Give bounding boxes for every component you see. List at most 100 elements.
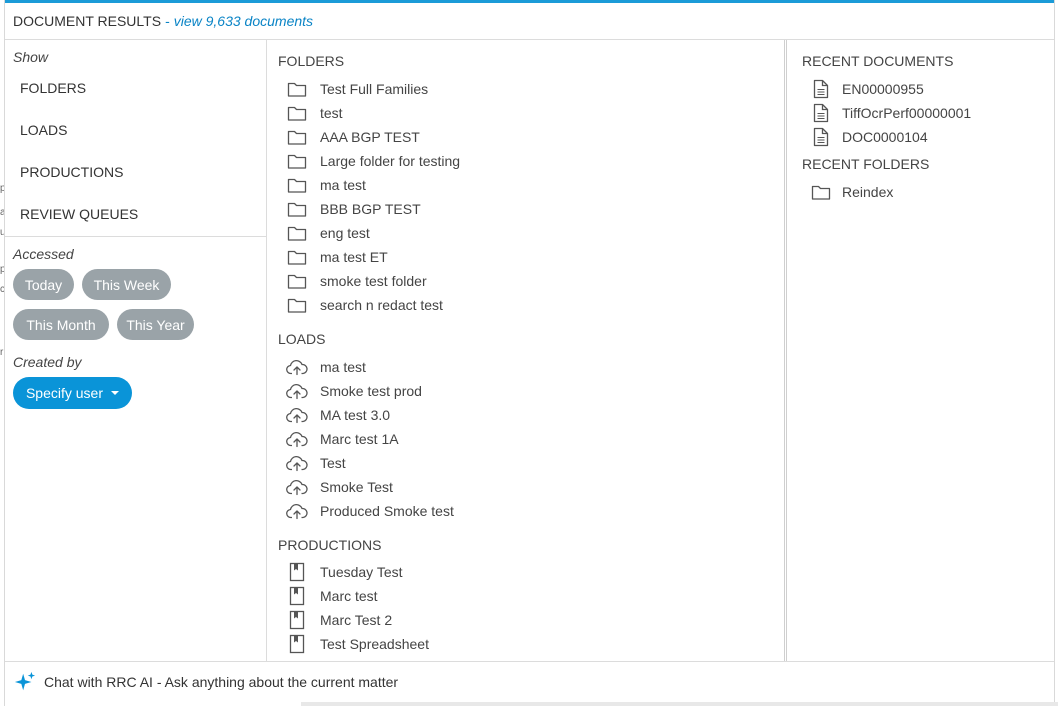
folder-item-label: test: [320, 105, 343, 121]
recent-folder-item[interactable]: Reindex: [810, 180, 893, 204]
load-item[interactable]: MA test 3.0: [286, 403, 390, 427]
productions-section-title: PRODUCTIONS: [278, 537, 382, 553]
cloud-upload-icon: [286, 404, 308, 426]
folder-item-label: eng test: [320, 225, 370, 241]
cloud-upload-icon: [286, 452, 308, 474]
folder-item-label: ma test: [320, 177, 366, 193]
cloud-upload-icon: [286, 428, 308, 450]
folder-item[interactable]: ma test ET: [286, 245, 388, 269]
folder-icon: [286, 294, 308, 316]
loads-section-title: LOADS: [278, 331, 326, 347]
production-icon: [286, 633, 308, 655]
folder-item[interactable]: Test Full Families: [286, 77, 428, 101]
panel-title: DOCUMENT RESULTS: [13, 13, 162, 29]
load-item-label: MA test 3.0: [320, 407, 391, 423]
folder-item[interactable]: test: [286, 101, 343, 125]
recent-document-item[interactable]: DOC0000104: [810, 125, 928, 149]
cloud-upload-icon: [286, 500, 308, 522]
folder-item-label: smoke test folder: [320, 273, 427, 289]
production-item[interactable]: Marc Test 2: [286, 608, 392, 632]
show-folders[interactable]: FOLDERS: [20, 80, 86, 96]
production-icon: [286, 609, 308, 631]
show-label: Show: [13, 49, 49, 65]
accessed-this-week-button[interactable]: This Week: [82, 269, 171, 300]
document-results-panel: DOCUMENT RESULTS - view 9,633 documents …: [4, 0, 1058, 706]
folder-icon: [286, 78, 308, 100]
load-item[interactable]: Marc test 1A: [286, 427, 399, 451]
recent-column: RECENT DOCUMENTS EN00000955 TiffOcrPerf00…: [790, 40, 1056, 661]
folder-icon: [286, 126, 308, 148]
folder-item[interactable]: eng test: [286, 221, 370, 245]
title-separator: -: [165, 13, 170, 29]
sparkle-icon: [13, 670, 37, 694]
production-item-label: Tuesday Test: [320, 564, 403, 580]
load-item-label: ma test: [320, 359, 366, 375]
production-item-label: Marc Test 2: [320, 612, 393, 628]
folder-item-label: Large folder for testing: [320, 153, 461, 169]
document-icon: [810, 102, 832, 124]
recent-document-item-label: EN00000955: [842, 81, 924, 97]
production-icon: [286, 585, 308, 607]
folder-item-label: search n redact test: [320, 297, 443, 313]
background-page-footer: [301, 702, 1058, 706]
folder-item[interactable]: Large folder for testing: [286, 149, 460, 173]
filter-divider: [5, 236, 267, 237]
folder-icon: [286, 174, 308, 196]
panel-header: DOCUMENT RESULTS - view 9,633 documents: [5, 3, 1054, 40]
created-by-label: Created by: [13, 354, 82, 370]
production-icon: [286, 561, 308, 583]
specify-user-label: Specify user: [25, 385, 104, 401]
folders-section-title: FOLDERS: [278, 53, 345, 69]
show-loads[interactable]: LOADS: [20, 122, 67, 138]
production-item[interactable]: Test Spreadsheet: [286, 632, 429, 656]
show-review-queues[interactable]: REVIEW QUEUES: [20, 206, 138, 222]
folder-item-label: ma test ET: [320, 249, 388, 265]
recent-documents-title: RECENT DOCUMENTS: [802, 53, 954, 69]
load-item-label: Test: [320, 455, 346, 471]
accessed-today-button[interactable]: Today: [13, 269, 74, 300]
production-item-label: Test Spreadsheet: [320, 636, 429, 652]
accessed-this-year-button[interactable]: This Year: [117, 309, 194, 340]
specify-user-dropdown[interactable]: Specify user: [13, 377, 132, 409]
load-item[interactable]: ma test: [286, 355, 366, 379]
load-item[interactable]: Smoke Test: [286, 475, 393, 499]
folder-icon: [286, 150, 308, 172]
recent-folders-title: RECENT FOLDERS: [802, 156, 930, 172]
cloud-upload-icon: [286, 476, 308, 498]
folder-item[interactable]: ma test: [286, 173, 366, 197]
accessed-label: Accessed: [13, 246, 74, 262]
results-column: FOLDERS Test Full Families test AAA BGP TE…: [267, 40, 787, 661]
recent-folder-item-label: Reindex: [842, 184, 894, 200]
folder-item[interactable]: search n redact test: [286, 293, 443, 317]
load-item-label: Smoke Test: [320, 479, 393, 495]
accessed-this-month-button[interactable]: This Month: [13, 309, 109, 340]
cloud-upload-icon: [286, 380, 308, 402]
load-item[interactable]: Smoke test prod: [286, 379, 422, 403]
recent-document-item-label: DOC0000104: [842, 129, 928, 145]
folder-icon: [286, 222, 308, 244]
recent-document-item[interactable]: EN00000955: [810, 77, 924, 101]
load-item[interactable]: Produced Smoke test: [286, 499, 454, 523]
folder-icon: [286, 270, 308, 292]
load-item-label: Smoke test prod: [320, 383, 422, 399]
recent-document-item[interactable]: TiffOcrPerf00000001: [810, 101, 971, 125]
folder-item-label: Test Full Families: [320, 81, 429, 97]
view-documents-link[interactable]: view 9,633 documents: [174, 13, 313, 29]
folder-icon: [810, 181, 832, 203]
production-item[interactable]: Tuesday Test: [286, 560, 403, 584]
document-icon: [810, 78, 832, 100]
load-item-label: Marc test 1A: [320, 431, 399, 447]
folder-item[interactable]: AAA BGP TEST: [286, 125, 420, 149]
document-icon: [810, 126, 832, 148]
load-item[interactable]: Test: [286, 451, 346, 475]
chat-label: Chat with RRC AI - Ask anything about th…: [44, 674, 399, 690]
production-item[interactable]: Marc test: [286, 584, 378, 608]
chat-with-ai-bar[interactable]: Chat with RRC AI - Ask anything about th…: [5, 661, 1054, 702]
folder-icon: [286, 198, 308, 220]
folder-item[interactable]: BBB BGP TEST: [286, 197, 421, 221]
caret-down-icon: [111, 391, 120, 395]
folder-icon: [286, 246, 308, 268]
load-item-label: Produced Smoke test: [320, 503, 454, 519]
show-productions[interactable]: PRODUCTIONS: [20, 164, 123, 180]
folder-item[interactable]: smoke test folder: [286, 269, 427, 293]
